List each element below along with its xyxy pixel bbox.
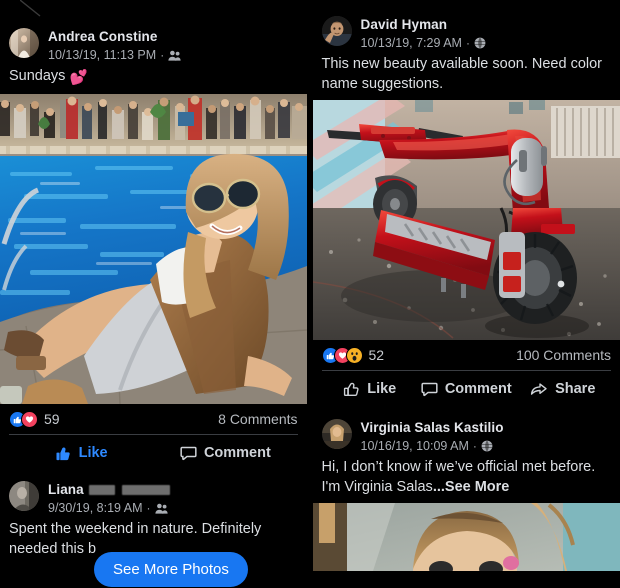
see-more-link[interactable]: ...See More [433,479,510,495]
post-timestamp[interactable]: 10/13/19, 11:13 PM [48,47,156,63]
post-actions: Like Comment [9,435,298,471]
right-feed-column: David Hyman 10/13/19, 7:29 AM · This new… [312,0,620,588]
post-meta: 9/30/19, 8:19 AM · [48,500,170,516]
post-author-name[interactable]: Liana [48,482,170,498]
avatar-image [9,28,39,58]
post-header-text: Andrea Constine 10/13/19, 11:13 PM · [48,28,181,63]
post-header-text: David Hyman 10/13/19, 7:29 AM · [361,16,486,51]
meta-separator: · [465,36,470,50]
redacted-name-block [121,485,170,495]
post-timestamp[interactable]: 10/13/19, 7:29 AM [361,35,462,51]
post-engagement: 52 100 Comments Like Comment Share [313,340,620,407]
post-andrea-constine: Andrea Constine 10/13/19, 11:13 PM · Sun… [0,0,307,471]
avatar-image [321,16,352,46]
avatar-image [321,419,352,449]
post-timestamp[interactable]: 9/30/19, 8:19 AM [48,500,143,516]
comment-button[interactable]: Comment [153,445,297,462]
post-virginia-salas-kastilio: Virginia Salas Kastilio 10/16/19, 10:09 … [312,413,620,571]
comment-bubble-icon [421,382,438,396]
friends-icon[interactable] [168,50,181,61]
see-more-photos-button-left[interactable]: See More Photos [94,552,248,587]
comment-bubble-icon [180,446,197,460]
post-body: This new beauty available soon. Need col… [321,56,603,92]
post-photo[interactable] [0,94,307,404]
post-body: Sundays 💕 [0,63,307,94]
post-timestamp[interactable]: 10/16/19, 10:09 AM [361,438,469,454]
share-arrow-icon [530,382,547,395]
post-header: David Hyman 10/13/19, 7:29 AM · [313,10,620,51]
post-photo[interactable] [312,100,620,340]
engagement-counts: 52 100 Comments [321,340,611,370]
reaction-count: 52 [368,347,385,363]
post-meta: 10/16/19, 10:09 AM · [361,438,504,454]
avatar[interactable] [9,28,39,58]
post-actions: Like Comment Share [322,371,612,407]
meta-separator: · [160,48,165,62]
post-author-name[interactable]: Virginia Salas Kastilio [361,420,504,436]
friends-icon[interactable] [154,503,168,514]
love-reaction-icon [21,410,38,428]
engagement-counts: 59 8 Comments [9,404,298,434]
post-header-text: Virginia Salas Kastilio 10/16/19, 10:09 … [361,419,504,454]
redacted-name-block [88,485,115,495]
thumbs-up-icon [56,446,70,460]
post-photo[interactable] [312,503,620,571]
public-globe-icon[interactable] [474,37,486,49]
comments-count[interactable]: 100 Comments [516,347,611,363]
facebook-feed-screenshot: Andrea Constine 10/13/19, 11:13 PM · Sun… [0,0,620,588]
avatar[interactable] [9,481,39,511]
avatar[interactable] [321,419,352,449]
comments-count[interactable]: 8 Comments [218,411,297,427]
avatar-image [9,481,39,511]
share-button[interactable]: Share [515,381,612,398]
post-author-name[interactable]: Andrea Constine [48,29,181,45]
post-header: Virginia Salas Kastilio 10/16/19, 10:09 … [313,413,620,454]
reaction-summary[interactable]: 52 [321,346,385,364]
post-header-text: Liana 9/30/19, 8:19 AM · [48,481,170,516]
like-button-label: Like [367,381,397,397]
like-button[interactable]: Like [322,381,419,398]
post-david-hyman: David Hyman 10/13/19, 7:29 AM · This new… [312,0,620,407]
post-meta: 10/13/19, 11:13 PM · [48,47,181,63]
meta-separator: · [146,501,151,515]
thumbs-up-icon [344,382,359,396]
reaction-summary[interactable]: 59 [9,410,60,428]
post-meta: 10/13/19, 7:29 AM · [361,35,486,51]
like-button[interactable]: Like [9,445,153,462]
post-body-text: Sundays [9,68,66,84]
public-globe-icon[interactable] [481,440,493,452]
share-button-label: Share [555,381,596,397]
post-author-first-name: Liana [48,482,84,497]
reaction-count: 59 [44,411,60,427]
photo-portrait-partial [312,503,620,571]
post-author-name[interactable]: David Hyman [361,17,486,33]
post-header: Liana 9/30/19, 8:19 AM · [0,475,307,516]
comment-button-label: Comment [203,445,271,461]
comment-button[interactable]: Comment [418,381,515,398]
sparkling-hearts-emoji: 💕 [69,70,88,86]
post-engagement: 59 8 Comments Like Comment [0,404,307,471]
wow-reaction-icon [345,346,363,364]
post-body: Hi, I don’t know if we’ve official met b… [313,454,620,503]
left-feed-column: Andrea Constine 10/13/19, 11:13 PM · Sun… [0,0,307,588]
photo-red-scooter [312,100,620,340]
avatar[interactable] [321,16,352,46]
post-header: Andrea Constine 10/13/19, 11:13 PM · [0,22,307,63]
photo-pool-scene [0,94,307,404]
meta-separator: · [472,439,477,453]
comment-button-label: Comment [444,381,512,397]
like-button-label: Like [78,445,108,461]
